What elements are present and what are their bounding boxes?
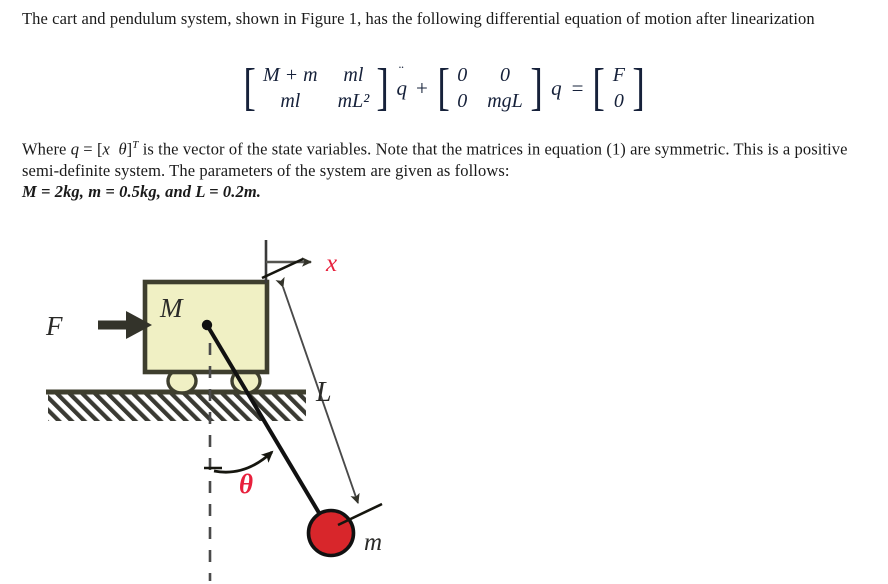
mass-matrix-right-bracket: ]: [376, 59, 390, 117]
mass-matrix-cell-22: mL²: [337, 89, 370, 112]
parameters-line: M = 2kg, m = 0.5kg, and L = 0.2m.: [22, 181, 261, 201]
force-vector-cell-2: 0: [613, 89, 624, 112]
stiffness-matrix-left-bracket: [: [437, 59, 450, 117]
where-body-text: is the vector of the state variables. No…: [22, 139, 848, 180]
theta-state-symbol: θ: [118, 139, 127, 159]
where-lead-text: Where: [22, 139, 71, 159]
mass-matrix-cell-21: ml: [280, 89, 301, 112]
acceleration-double-dot: ¨: [398, 63, 405, 80]
force-vector: F 0: [611, 62, 627, 114]
mass-matrix-cell-11: M + m: [263, 63, 318, 86]
force-vector-left-bracket: [: [592, 59, 606, 117]
intro-paragraph: The cart and pendulum system, shown in F…: [22, 9, 815, 28]
equation-row: [ M + m ml ml mL² ] ¨ q + [ 0 0 0 mgL ] …: [241, 59, 648, 117]
mass-matrix-cell-12: ml: [343, 63, 364, 86]
stiffness-matrix-cell-22: mgL: [487, 89, 523, 112]
stiffness-matrix-cell-21: 0: [457, 89, 468, 112]
where-paragraph: Where q = [x θ]T is the vector of the st…: [22, 135, 870, 202]
force-vector-right-bracket: ]: [632, 59, 645, 117]
ground-hatching: [48, 393, 306, 421]
mass-matrix-left-bracket: [: [243, 59, 256, 117]
rod-length-label: L: [315, 377, 332, 408]
stiffness-matrix-cell-11: 0: [457, 63, 468, 86]
cart-mass-label: M: [159, 293, 184, 323]
mass-matrix: M + m ml ml mL²: [261, 62, 371, 114]
x-displacement-label: x: [325, 250, 337, 277]
inline-equals: =: [83, 139, 93, 159]
state-vector-symbol: q: [551, 75, 562, 100]
acceleration-term: ¨ q: [395, 64, 410, 101]
x-state-symbol: x: [102, 139, 110, 159]
force-label: F: [45, 311, 63, 341]
bob-mass-label: m: [364, 529, 382, 556]
stiffness-matrix: 0 0 0 mgL: [455, 62, 525, 114]
differential-equation: [ M + m ml ml mL² ] ¨ q + [ 0 0 0 mgL ] …: [0, 59, 888, 117]
force-vector-cell-1: F: [612, 63, 625, 86]
theta-angle-label: θ: [239, 469, 253, 499]
pendulum-pivot: [201, 319, 213, 331]
stiffness-matrix-right-bracket: ]: [530, 59, 543, 117]
q-symbol: q: [70, 139, 80, 159]
stiffness-matrix-cell-12: 0: [499, 63, 510, 86]
pendulum-bob: [306, 508, 356, 558]
plus-operator: +: [416, 75, 428, 100]
equals-operator: =: [571, 75, 584, 100]
cart-pendulum-figure: M F x m θ L: [0, 225, 888, 584]
